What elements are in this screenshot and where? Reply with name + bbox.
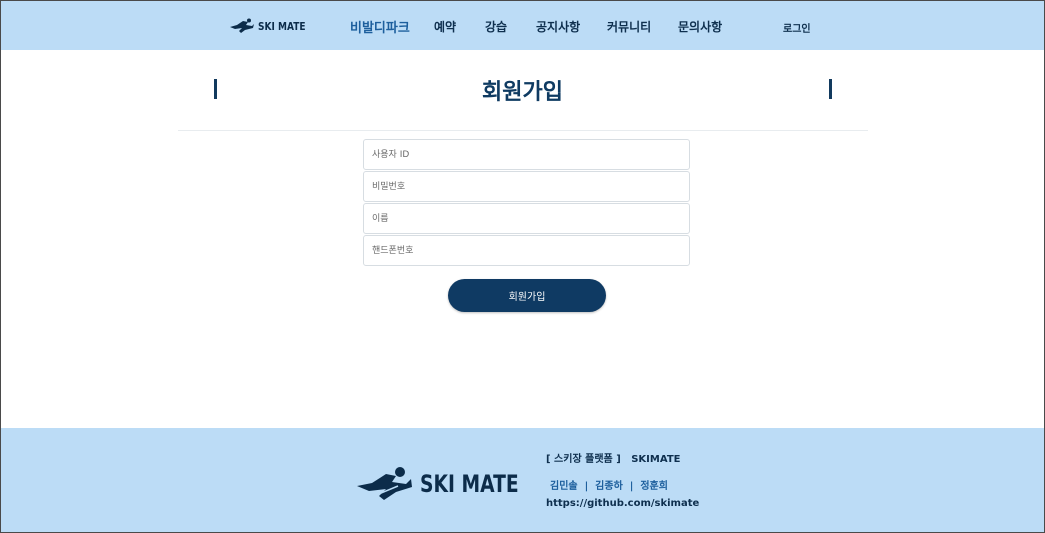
title-divider	[178, 130, 868, 131]
signup-button[interactable]: 회원가입	[448, 279, 606, 312]
footer-logo: SKI MATE	[356, 466, 547, 502]
page: SKI MATE 비발디파크 예약 강습 공지사항 커뮤니티 문의사항 로그인 …	[0, 0, 1045, 533]
footer-github-link[interactable]: https://github.com/skimate	[546, 498, 699, 509]
footer-logo-text: SKI MATE	[420, 470, 519, 498]
top-nav: SKI MATE 비발디파크 예약 강습 공지사항 커뮤니티 문의사항 로그인	[1, 1, 1044, 50]
footer: SKI MATE [ 스키장 플랫폼 ] SKIMATE 김민솔 | 김종하 |…	[1, 428, 1044, 532]
user-id-input[interactable]	[364, 140, 689, 169]
nav-lessons[interactable]: 강습	[485, 18, 507, 35]
nav-inquiries[interactable]: 문의사항	[678, 18, 722, 35]
password-field[interactable]	[363, 171, 690, 202]
nav-reservation[interactable]: 예약	[434, 18, 456, 35]
header-logo-text: SKI MATE	[258, 19, 306, 33]
user-id-field[interactable]	[363, 139, 690, 170]
nav-vivaldi-park[interactable]: 비발디파크	[350, 17, 410, 36]
footer-members: 김민솔 | 김종하 | 정훈희	[550, 481, 668, 492]
name-field[interactable]	[363, 203, 690, 234]
phone-field[interactable]	[363, 235, 690, 266]
snowboarder-icon	[357, 467, 412, 500]
nav-notices[interactable]: 공지사항	[536, 18, 580, 35]
title-right-bar	[829, 79, 832, 99]
login-link[interactable]: 로그인	[783, 20, 811, 35]
title-section: 회원가입	[1, 71, 1044, 111]
page-title: 회원가입	[482, 80, 563, 105]
password-input[interactable]	[364, 172, 689, 201]
snowboarder-icon	[230, 18, 254, 33]
footer-platform-title: [ 스키장 플랫폼 ] SKIMATE	[546, 454, 681, 465]
phone-input[interactable]	[364, 236, 689, 265]
name-input[interactable]	[364, 204, 689, 233]
header-logo[interactable]: SKI MATE	[229, 15, 316, 37]
nav-community[interactable]: 커뮤니티	[607, 18, 651, 35]
